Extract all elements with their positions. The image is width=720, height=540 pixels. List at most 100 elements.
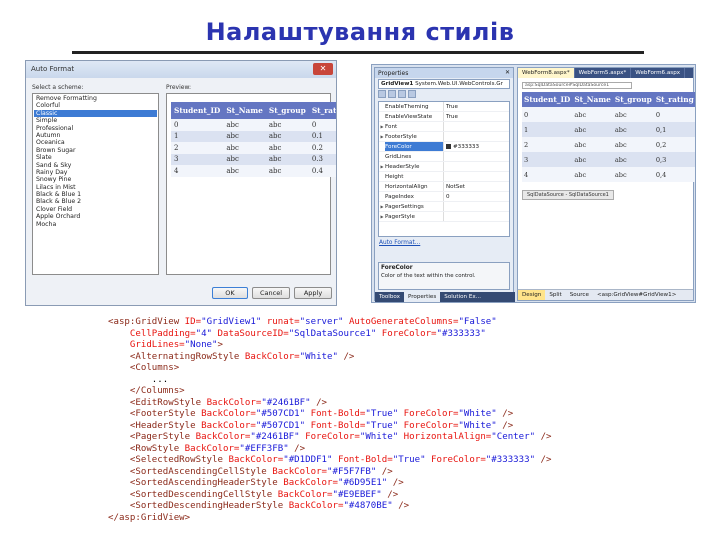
property-row[interactable]: ▶ PagerStyle [379, 212, 509, 222]
dialog-titlebar: Auto Format ✕ [26, 61, 336, 78]
list-item[interactable]: Black & Blue 1 [34, 191, 157, 198]
design-gridview[interactable]: Student_ID St_Name St_group St_rating 0 abc ab… [522, 92, 695, 182]
dialog-title: Auto Format [31, 65, 75, 73]
property-value[interactable] [443, 212, 509, 221]
close-icon[interactable]: ✕ [313, 63, 333, 75]
property-row[interactable]: ▶ Font [379, 122, 509, 132]
ide-window: Properties ✕ GridView1 System.Web.UI.Web… [371, 64, 696, 303]
view-tab[interactable]: Design [518, 290, 546, 300]
view-tab[interactable]: Source [566, 290, 593, 300]
list-item[interactable]: Black & Blue 2 [34, 198, 157, 205]
table-cell: 0 [653, 107, 695, 122]
code-line: GridLines="None"> [108, 340, 608, 352]
panel-tab[interactable]: Solution Ex... [440, 292, 485, 302]
code-token: </asp:GridView> [108, 512, 191, 523]
list-item[interactable]: Professional [34, 125, 157, 132]
list-item[interactable]: Mocha [34, 221, 157, 228]
column-header[interactable]: St_group [265, 102, 309, 119]
property-value[interactable]: NotSet [443, 182, 509, 191]
document-tab[interactable]: WebForm5.aspx* [575, 68, 632, 78]
column-header[interactable]: Student_ID [171, 102, 224, 119]
view-tab[interactable]: Split [545, 290, 565, 300]
document-tab[interactable]: WebForm6.aspx [631, 68, 686, 78]
document-tab[interactable]: WebForm8.aspx* [518, 68, 575, 78]
categorized-icon[interactable] [378, 90, 386, 98]
property-value[interactable] [443, 162, 509, 171]
property-value[interactable] [443, 152, 509, 161]
scheme-list[interactable]: Remove Formatting Colorful Classic Simple Pr… [32, 93, 159, 275]
alphabetical-icon[interactable] [388, 90, 396, 98]
property-row[interactable]: PageIndex 0 [379, 192, 509, 202]
designer-panel: WebForm8.aspx* WebForm5.aspx* WebForm6.asp… [517, 67, 695, 301]
list-item[interactable]: Apple Orchard [34, 213, 157, 220]
property-value[interactable] [443, 202, 509, 211]
property-value[interactable]: 0 [443, 192, 509, 201]
properties-icon[interactable] [398, 90, 406, 98]
list-item[interactable]: Lilacs in Mist [34, 184, 157, 191]
list-item[interactable]: Snowy Pine [34, 176, 157, 183]
code-token: <SortedAscendingCellStyle [129, 466, 273, 477]
close-icon[interactable]: ✕ [505, 69, 510, 76]
events-icon[interactable] [408, 90, 416, 98]
panel-tab[interactable]: Properties [403, 292, 441, 302]
table-cell: abc [612, 152, 654, 167]
view-tab[interactable]: <asp:GridView#GridView1> [593, 290, 680, 300]
code-token: BackColor= [283, 478, 338, 488]
code-line: <HeaderStyle BackColor="#507CD1" Font-Bo… [108, 421, 608, 433]
code-line: </asp:GridView> [108, 513, 608, 525]
properties-panel: Properties ✕ GridView1 System.Web.UI.Web… [374, 67, 515, 302]
cancel-button[interactable]: Cancel [252, 287, 290, 299]
table-cell: abc [223, 130, 266, 142]
sqldatasource-control[interactable]: SqlDataSource - SqlDataSource1 [522, 190, 614, 200]
object-selector[interactable]: GridView1 System.Web.UI.WebControls.Gr [378, 79, 510, 89]
property-row[interactable]: ▶ PagerSettings [379, 202, 509, 212]
column-header[interactable]: St_group [612, 92, 654, 107]
list-item[interactable]: Oceanica [34, 139, 157, 146]
ok-button[interactable]: OK [212, 287, 248, 299]
list-item[interactable]: Colorful [34, 102, 157, 109]
list-item[interactable]: Clover Field [34, 206, 157, 213]
code-token: /> [392, 478, 404, 488]
code-line: <SortedDescendingCellStyle BackColor="#E… [108, 490, 608, 502]
panel-tab[interactable]: Toolbox [375, 292, 404, 302]
column-header[interactable]: Student_ID [522, 92, 573, 107]
list-item[interactable]: Simple [34, 117, 157, 124]
property-value[interactable]: #333333 [443, 142, 509, 151]
property-row[interactable]: Height [379, 172, 509, 182]
grid-header-row: Student_IDSt_NameSt_groupSt_rating [171, 102, 336, 119]
property-value[interactable] [443, 122, 509, 131]
property-value[interactable]: True [443, 102, 509, 111]
column-header[interactable]: St_Name [223, 102, 266, 119]
property-name: EnableViewState [385, 114, 433, 120]
object-name: GridView1 [381, 81, 414, 87]
property-row[interactable]: ForeColor #333333 [379, 142, 509, 152]
list-item[interactable]: Rainy Day [34, 169, 157, 176]
auto-format-link[interactable]: Auto Format... [379, 240, 509, 246]
list-item[interactable]: Brown Sugar [34, 147, 157, 154]
property-value[interactable] [443, 132, 509, 141]
table-row: 0 abc abc 0 [522, 107, 695, 122]
property-row[interactable]: ▶ FooterStyle [379, 132, 509, 142]
property-row[interactable]: HorizontalAlign NotSet [379, 182, 509, 192]
property-value[interactable]: True [443, 112, 509, 121]
column-header[interactable]: St_rating [308, 102, 336, 119]
property-description: ForeColor Color of the text within the c… [378, 262, 510, 290]
apply-button[interactable]: Apply [294, 287, 332, 299]
datasource-selector[interactable]: asp:SqlDataSource#SqlDataSource1 [522, 82, 632, 89]
property-value[interactable] [443, 172, 509, 181]
property-row[interactable]: GridLines [379, 152, 509, 162]
property-row[interactable]: EnableViewState True [379, 112, 509, 122]
column-header[interactable]: St_Name [572, 92, 613, 107]
code-line: <AlternatingRowStyle BackColor="White" /… [108, 352, 608, 364]
list-item[interactable]: Classic [34, 109, 157, 118]
list-item[interactable]: Slate [34, 154, 157, 161]
code-token: <PagerStyle [129, 432, 196, 442]
list-item[interactable]: Remove Formatting [34, 95, 157, 102]
list-item[interactable]: Autumn [34, 132, 157, 139]
property-row[interactable]: ▶ HeaderStyle [379, 162, 509, 172]
property-name: EnableTheming [385, 104, 429, 110]
property-row[interactable]: EnableTheming True [379, 102, 509, 112]
column-header[interactable]: St_rating [653, 92, 695, 107]
list-item[interactable]: Sand & Sky [34, 162, 157, 169]
